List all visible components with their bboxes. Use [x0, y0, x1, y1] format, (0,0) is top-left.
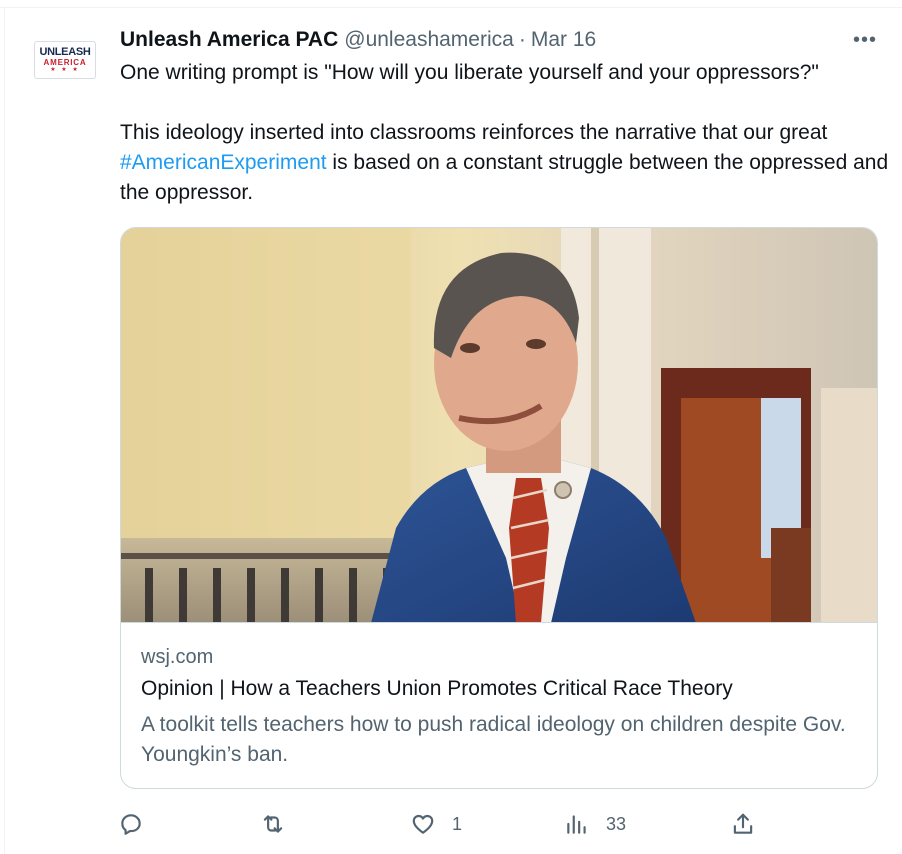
- tweet-date[interactable]: Mar 16: [531, 28, 596, 52]
- avatar[interactable]: UNLEASH AMERICA ★ ★ ★: [34, 41, 96, 79]
- more-options-button[interactable]: •••: [850, 26, 880, 54]
- avatar-logo-line1: UNLEASH: [39, 46, 91, 58]
- author-name[interactable]: Unleash America PAC: [120, 28, 338, 52]
- tweet-text-before-hashtag: This ideology inserted into classrooms r…: [120, 121, 828, 144]
- hashtag-link[interactable]: #AmericanExperiment: [120, 151, 327, 174]
- tweet-text-paragraph-1: One writing prompt is "How will you libe…: [120, 61, 819, 84]
- avatar-logo-stars: ★ ★ ★: [50, 67, 80, 73]
- tweet-header: Unleash America PAC @unleashamerica · Ma…: [120, 26, 596, 54]
- views-button[interactable]: 33: [564, 807, 626, 841]
- share-button[interactable]: [730, 807, 756, 841]
- views-icon: [567, 815, 586, 834]
- like-button[interactable]: 1: [410, 807, 462, 841]
- tweet-text-paragraph-2: This ideology inserted into classrooms r…: [120, 118, 890, 208]
- avatar-logo-line2: AMERICA: [43, 58, 87, 67]
- tweet-text: One writing prompt is "How will you libe…: [120, 58, 890, 208]
- link-preview-card[interactable]: wsj.com Opinion | How a Teachers Union P…: [120, 227, 878, 789]
- retweet-button[interactable]: [260, 807, 302, 841]
- views-count: 33: [606, 813, 627, 834]
- share-icon: [733, 813, 753, 834]
- author-handle[interactable]: @unleashamerica: [344, 28, 514, 52]
- card-description: A toolkit tells teachers how to push rad…: [141, 713, 846, 766]
- heart-icon: [412, 814, 434, 834]
- top-divider: [0, 0, 902, 8]
- retweet-icon: [263, 815, 283, 833]
- man-in-blue-suit-photo-icon: [121, 228, 877, 622]
- like-count: 1: [452, 813, 463, 834]
- tweet-actions-bar: 1 33: [118, 807, 888, 841]
- left-divider: [4, 8, 5, 854]
- card-title: Opinion | How a Teachers Union Promotes …: [141, 677, 733, 700]
- reply-button[interactable]: [118, 807, 160, 841]
- header-separator: ·: [518, 28, 526, 51]
- reply-icon: [121, 814, 141, 835]
- card-domain: wsj.com: [141, 646, 214, 668]
- more-icon: •••: [852, 28, 877, 51]
- card-image[interactable]: [121, 228, 877, 623]
